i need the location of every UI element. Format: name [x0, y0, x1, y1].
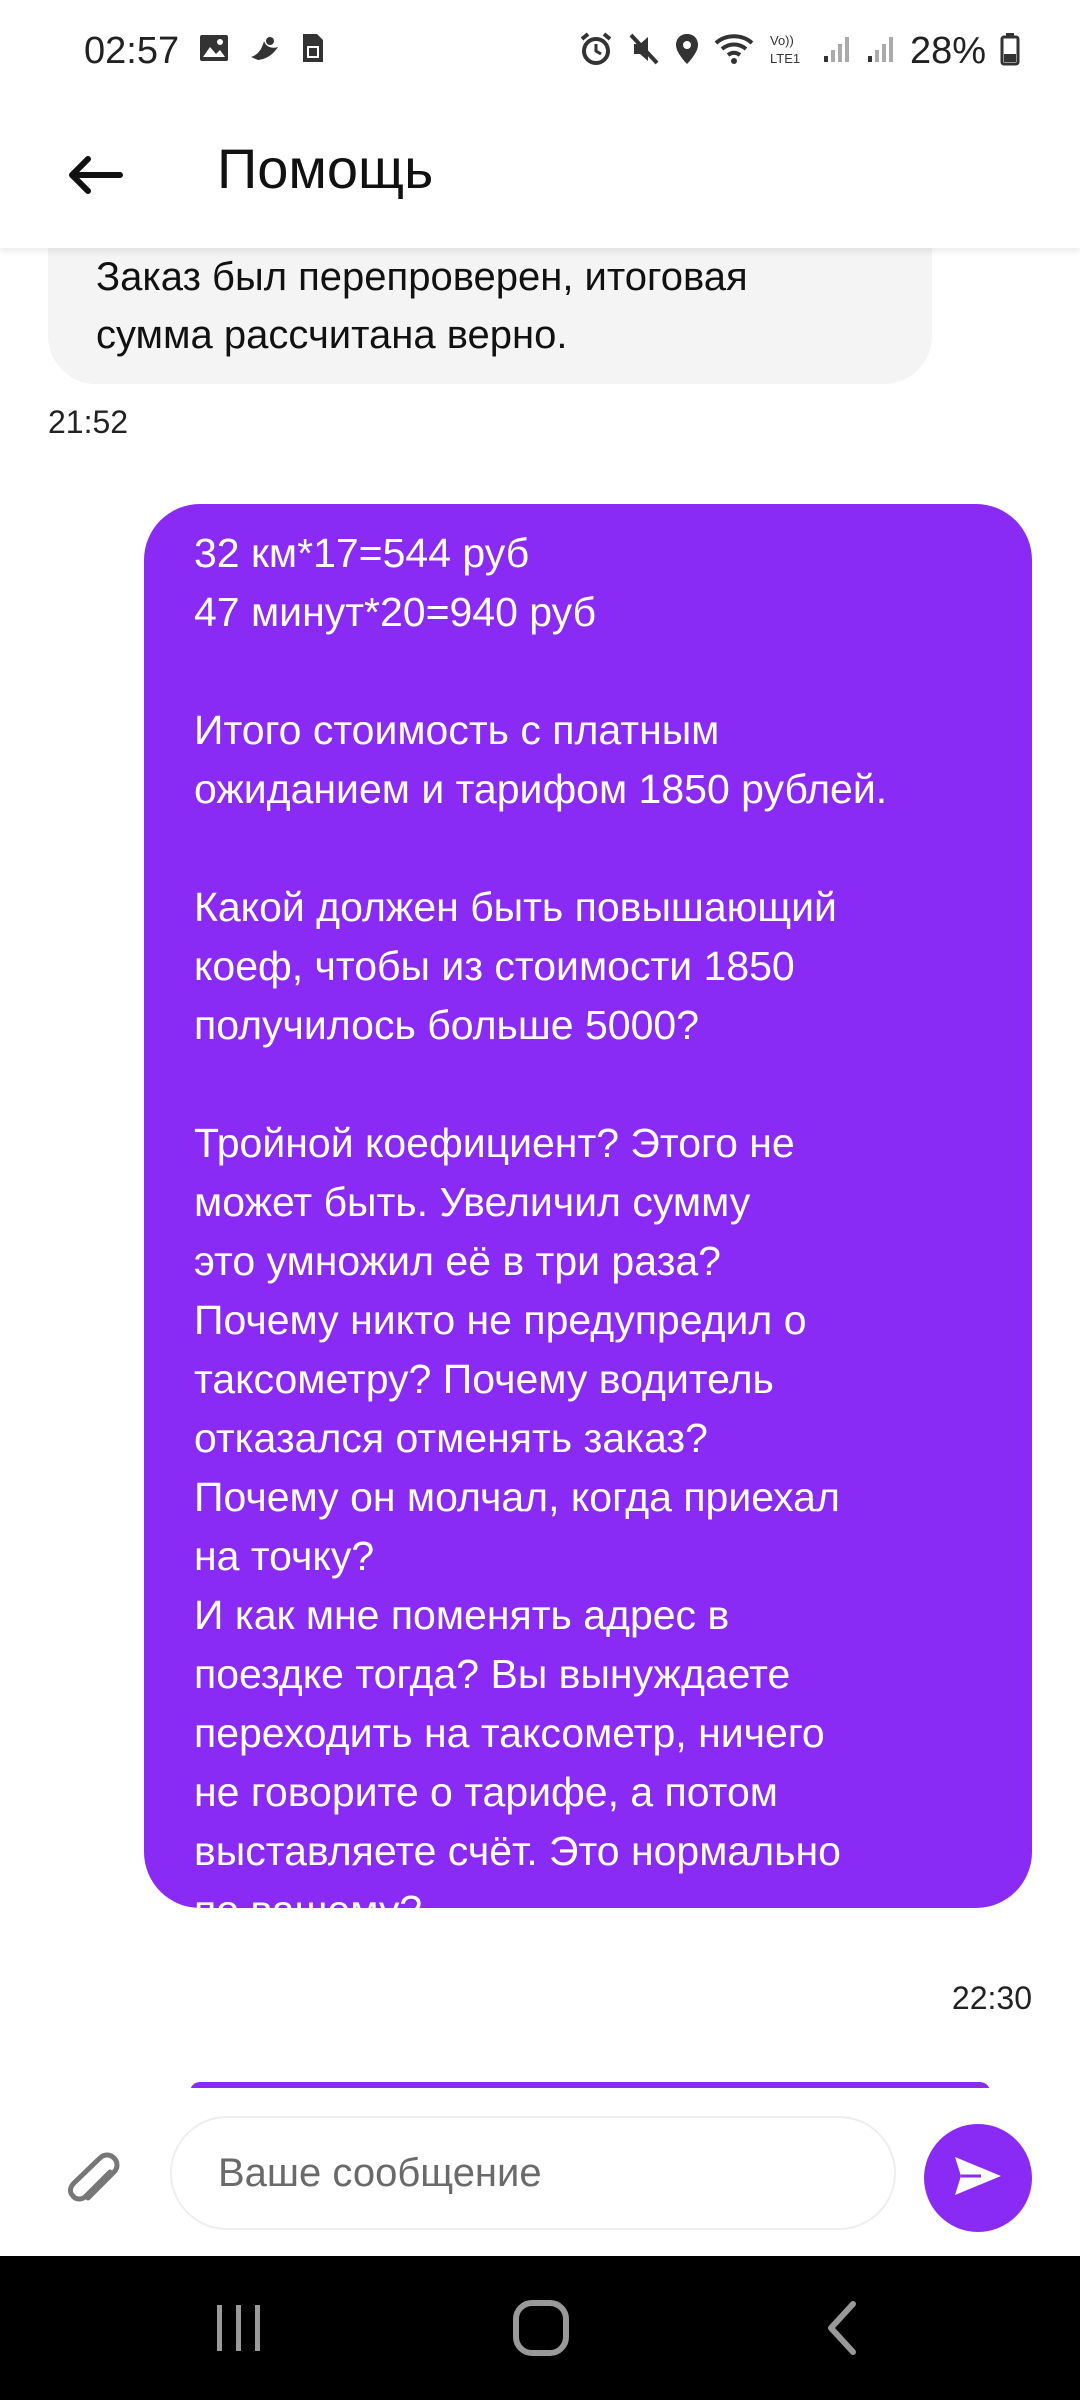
paperclip-icon: [58, 2152, 128, 2216]
gallery-icon: [198, 33, 230, 68]
message-input[interactable]: [170, 2116, 896, 2230]
incoming-message-text: Заказ был перепроверен, итоговая сумма р…: [96, 255, 748, 357]
page-title: Помощь: [217, 137, 434, 200]
svg-text:Vo)): Vo)): [770, 33, 794, 48]
incoming-message-time: 21:52: [48, 404, 129, 440]
send-icon: [951, 2149, 1005, 2208]
app-header: Помощь: [0, 100, 1080, 248]
status-bar: 02:57 Vo)) LTE1 28%: [0, 0, 1080, 100]
message-composer: [0, 2088, 1080, 2256]
alarm-icon: [578, 31, 614, 72]
location-icon: [674, 32, 700, 71]
home-button[interactable]: [506, 2298, 576, 2363]
signal-icon: [822, 34, 852, 69]
incoming-message-bubble: Заказ был перепроверен, итоговая сумма р…: [48, 248, 932, 384]
status-time: 02:57: [84, 30, 180, 72]
send-button[interactable]: [924, 2124, 1032, 2232]
battery-percent: 28%: [909, 30, 986, 72]
system-nav-bar: [0, 2256, 1080, 2400]
recent-apps-button[interactable]: [204, 2300, 274, 2360]
chat-thread[interactable]: Заказ был перепроверен, итоговая сумма р…: [0, 248, 1080, 2088]
chevron-left-icon: [823, 2298, 863, 2363]
bird-icon: [248, 33, 282, 68]
sim-card-icon: [300, 32, 326, 69]
outgoing-message-time: 22:30: [951, 1980, 1032, 2016]
mute-icon: [628, 32, 660, 71]
outgoing-message-bubble: 32 км*17=544 руб 47 минут*20=940 руб Ито…: [144, 504, 1032, 1933]
arrow-left-icon: [60, 156, 130, 214]
back-button[interactable]: [60, 140, 130, 210]
back-nav-button[interactable]: [808, 2300, 878, 2360]
signal-icon: [866, 34, 896, 69]
wifi-icon: [714, 33, 754, 70]
recents-icon: [211, 2303, 267, 2358]
home-icon: [511, 2298, 571, 2363]
svg-text:LTE1: LTE1: [770, 51, 800, 66]
battery-icon: [1000, 32, 1020, 71]
volte-icon: Vo)) LTE1: [768, 31, 808, 72]
attach-button[interactable]: [58, 2142, 128, 2212]
